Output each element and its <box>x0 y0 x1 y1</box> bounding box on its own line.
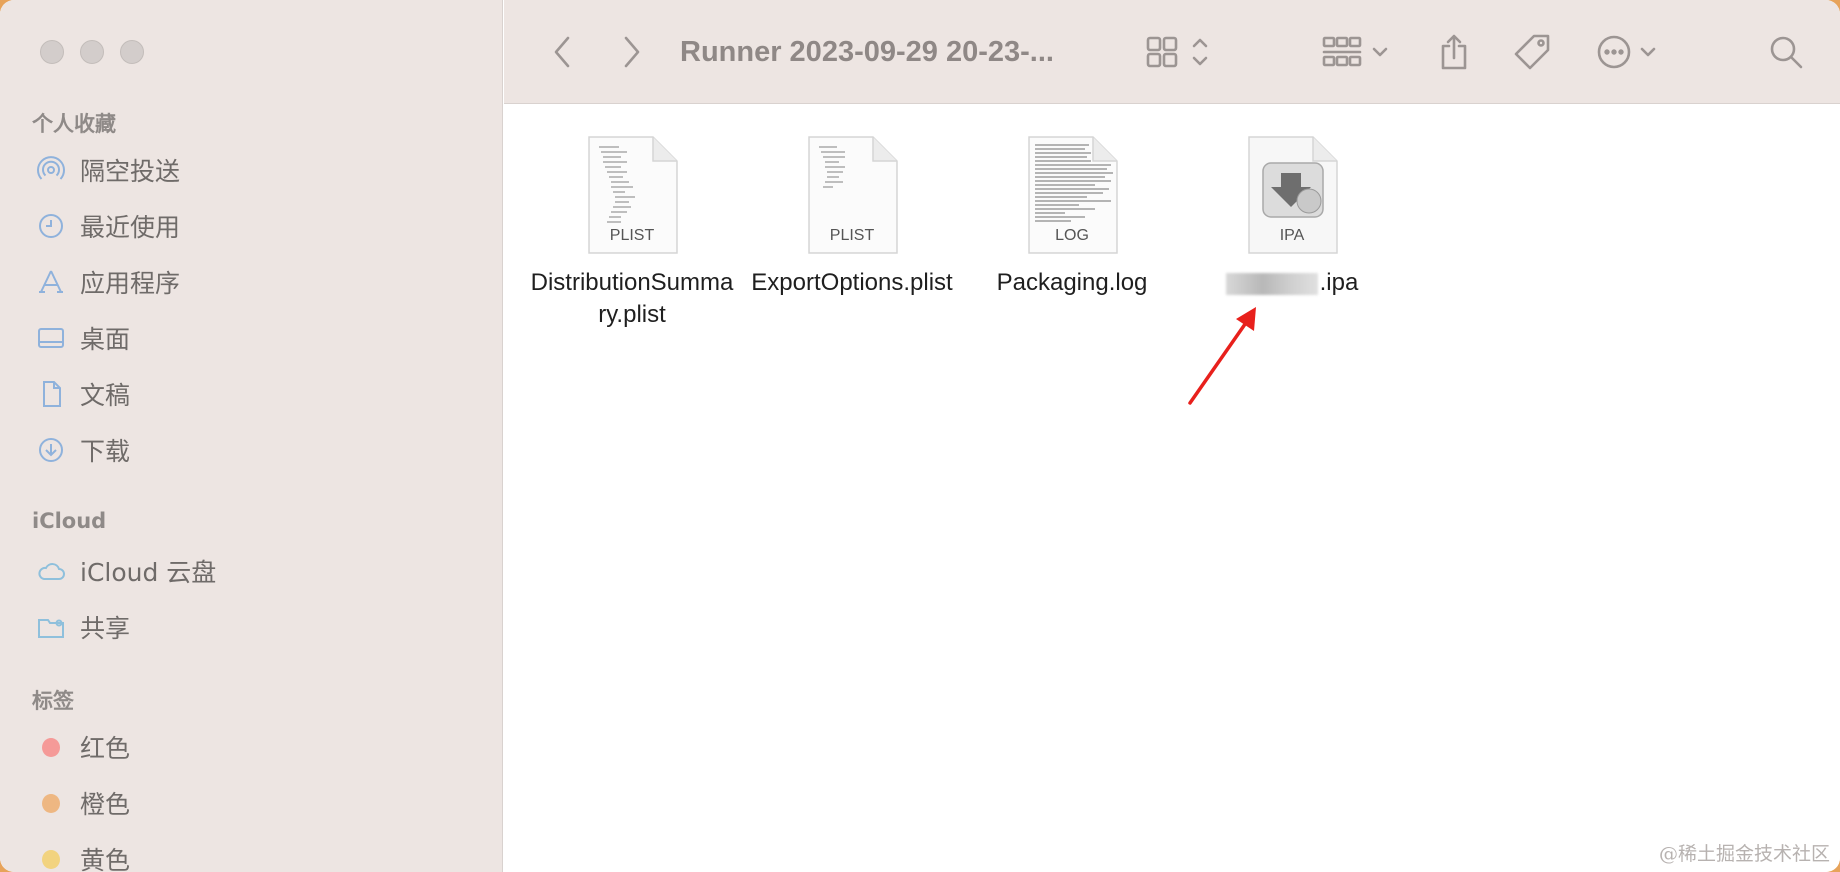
desktop-icon <box>36 323 66 353</box>
document-icon <box>36 379 66 409</box>
tag-button[interactable] <box>1510 30 1556 74</box>
file-item-export-options[interactable]: PLIST ExportOptions.plist <box>747 135 957 299</box>
file-item-distribution-summary[interactable]: PLIST DistributionSummary.plist <box>527 135 737 331</box>
more-actions-button[interactable] <box>1594 30 1670 74</box>
sidebar-item-desktop[interactable]: 桌面 <box>36 316 130 360</box>
file-item-ipa[interactable]: IPA .ipa <box>1187 135 1397 299</box>
sidebar-item-label: 应用程序 <box>80 269 181 298</box>
window-title: Runner 2023-09-29 20-23-... <box>680 36 1054 68</box>
file-item-packaging-log[interactable]: LOG Packaging.log <box>967 135 1177 299</box>
watermark: @稀土掘金技术社区 <box>1658 843 1830 865</box>
toolbar: Runner 2023-09-29 20-23-... <box>504 0 1840 104</box>
sidebar-item-documents[interactable]: 文稿 <box>36 372 130 416</box>
sidebar-item-shared[interactable]: 共享 <box>36 605 130 649</box>
download-icon <box>36 435 66 465</box>
sidebar-item-recents[interactable]: 最近使用 <box>36 204 180 248</box>
sidebar-item-label: 最近使用 <box>80 213 181 242</box>
group-by-icon <box>1322 36 1388 67</box>
sidebar-item-label: 红色 <box>80 734 131 763</box>
finder-window: 个人收藏 隔空投送 最近使用 应用程序 桌面 文稿 下载 iCloud iClo… <box>0 0 1840 872</box>
search-icon <box>1770 36 1803 69</box>
log-document-icon: LOG <box>1025 135 1119 255</box>
tag-icon <box>1514 34 1550 70</box>
view-mode-button[interactable] <box>1144 30 1214 74</box>
sidebar-item-label: 下载 <box>80 437 131 466</box>
share-button[interactable] <box>1432 30 1476 74</box>
zoom-window-button[interactable] <box>120 40 144 64</box>
sidebar-item-label: 橙色 <box>80 790 131 819</box>
back-button[interactable] <box>544 30 580 74</box>
yellow-tag-dot-icon <box>42 849 60 869</box>
chevron-left-icon <box>554 36 570 68</box>
icloud-section-title: iCloud <box>32 509 107 533</box>
share-icon <box>1441 34 1467 70</box>
sidebar-item-label: iCloud 云盘 <box>80 558 217 587</box>
applications-icon <box>36 267 66 297</box>
sidebar-item-tag-orange[interactable]: 橙色 <box>36 781 130 825</box>
file-name: Packaging.log <box>996 269 1148 296</box>
airdrop-icon <box>36 155 66 185</box>
plist-document-icon: PLIST <box>585 135 679 255</box>
sidebar-item-tag-red[interactable]: 红色 <box>36 725 130 769</box>
file-grid: PLIST DistributionSummary.plist PLIST Ex… <box>504 105 1840 872</box>
file-name: ExportOptions.plist <box>751 269 953 296</box>
sidebar-item-label: 文稿 <box>80 381 131 410</box>
sidebar-item-downloads[interactable]: 下载 <box>36 428 130 472</box>
sidebar-item-icloud-drive[interactable]: iCloud 云盘 <box>36 549 216 593</box>
redacted-filename <box>1225 272 1318 295</box>
group-button[interactable] <box>1320 30 1396 74</box>
sidebar-item-tag-yellow[interactable]: 黄色 <box>36 837 130 872</box>
file-name: DistributionSummary.plist <box>530 269 734 328</box>
sidebar-item-label: 共享 <box>80 614 131 643</box>
ellipsis-circle-icon <box>1597 35 1656 69</box>
clock-icon <box>36 211 66 241</box>
window-controls <box>40 40 144 64</box>
close-window-button[interactable] <box>40 40 64 64</box>
sidebar-item-label: 桌面 <box>80 325 131 354</box>
sidebar-item-applications[interactable]: 应用程序 <box>36 260 180 304</box>
search-button[interactable] <box>1764 30 1808 74</box>
forward-button[interactable] <box>614 30 650 74</box>
sidebar-item-airdrop[interactable]: 隔空投送 <box>36 148 180 192</box>
sidebar-item-label: 隔空投送 <box>80 157 181 186</box>
sidebar: 个人收藏 隔空投送 最近使用 应用程序 桌面 文稿 下载 iCloud iClo… <box>0 0 503 872</box>
favorites-section-title: 个人收藏 <box>32 112 116 136</box>
minimize-window-button[interactable] <box>80 40 104 64</box>
grid-view-icon <box>1146 36 1208 68</box>
chevron-right-icon <box>624 36 640 68</box>
shared-folder-icon <box>36 612 66 642</box>
red-arrow-annotation <box>1188 307 1256 405</box>
sidebar-item-label: 黄色 <box>80 846 131 872</box>
tags-section-title: 标签 <box>32 689 74 713</box>
cloud-icon <box>36 556 66 586</box>
plist-document-icon: PLIST <box>805 135 899 255</box>
orange-tag-dot-icon <box>42 793 60 813</box>
red-tag-dot-icon <box>42 737 60 757</box>
ipa-package-icon: IPA <box>1245 135 1339 255</box>
